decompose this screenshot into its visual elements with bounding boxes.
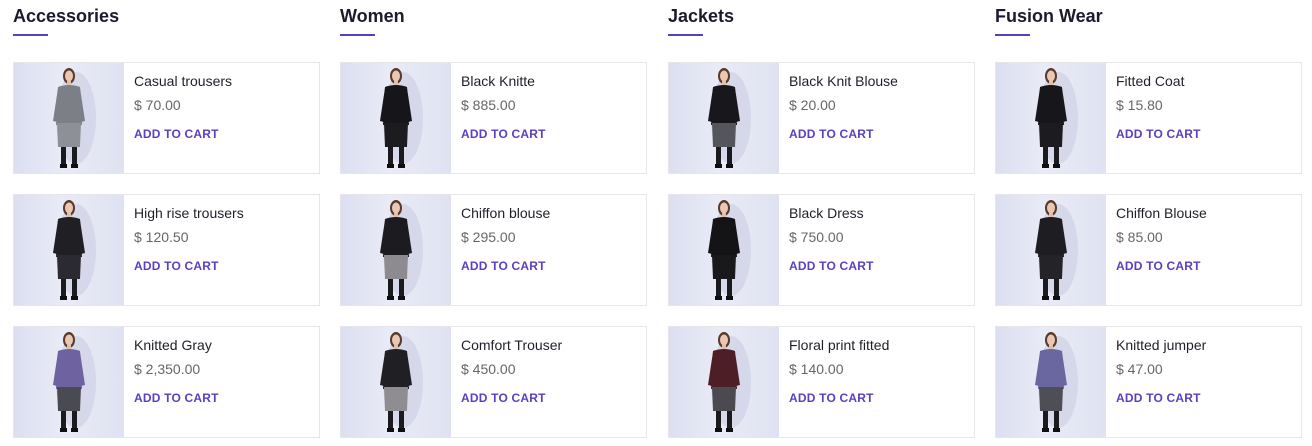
product-card[interactable]: Casual trousers $ 70.00 ADD TO CART — [13, 62, 320, 174]
model-silhouette — [53, 68, 96, 168]
product-name[interactable]: Black Knit Blouse — [789, 73, 966, 89]
product-name[interactable]: Floral print fitted — [789, 337, 966, 353]
product-card[interactable]: High rise trousers $ 120.50 ADD TO CART — [13, 194, 320, 306]
woman-purple-jumper-back-photo[interactable] — [996, 327, 1106, 437]
add-to-cart-button[interactable]: ADD TO CART — [789, 259, 874, 273]
add-to-cart-button[interactable]: ADD TO CART — [1116, 259, 1201, 273]
add-to-cart-button[interactable]: ADD TO CART — [1116, 127, 1201, 141]
add-to-cart-button[interactable]: ADD TO CART — [134, 259, 219, 273]
woman-jacket-gray-trousers-photo[interactable] — [341, 327, 451, 437]
woman-leather-jacket-photo[interactable] — [341, 195, 451, 305]
title-underline — [995, 34, 1030, 36]
product-price: $ 2,350.00 — [134, 361, 201, 377]
product-price: $ 295.00 — [461, 229, 516, 245]
model-silhouette — [53, 200, 96, 300]
add-to-cart-button[interactable]: ADD TO CART — [461, 259, 546, 273]
product-card[interactable]: Black Knitte $ 885.00 ADD TO CART — [340, 62, 647, 174]
model-silhouette — [380, 332, 423, 432]
product-name[interactable]: Black Dress — [789, 205, 966, 221]
model-silhouette — [708, 332, 751, 432]
model-silhouette — [708, 68, 751, 168]
product-name[interactable]: Chiffon blouse — [461, 205, 638, 221]
woman-black-coat-photo[interactable] — [996, 63, 1106, 173]
model-silhouette — [380, 68, 423, 168]
woman-purple-sweater-photo[interactable] — [14, 327, 124, 437]
product-card[interactable]: Floral print fitted $ 140.00 ADD TO CART — [668, 326, 975, 438]
product-card[interactable]: Comfort Trouser $ 450.00 ADD TO CART — [340, 326, 647, 438]
column-title: Fusion Wear — [995, 6, 1103, 26]
woman-gray-coat-photo[interactable] — [14, 63, 124, 173]
product-widgets: Accessories Casual trousers $ 70.00 ADD … — [0, 0, 1312, 446]
title-underline — [13, 34, 48, 36]
product-card[interactable]: Knitted jumper $ 47.00 ADD TO CART — [995, 326, 1302, 438]
product-name[interactable]: Fitted Coat — [1116, 73, 1293, 89]
woman-black-outfit-photo[interactable] — [996, 195, 1106, 305]
product-price: $ 750.00 — [789, 229, 844, 245]
product-price: $ 140.00 — [789, 361, 844, 377]
product-card[interactable]: Fitted Coat $ 15.80 ADD TO CART — [995, 62, 1302, 174]
model-silhouette — [380, 200, 423, 300]
add-to-cart-button[interactable]: ADD TO CART — [134, 127, 219, 141]
title-underline — [668, 34, 703, 36]
add-to-cart-button[interactable]: ADD TO CART — [134, 391, 219, 405]
product-price: $ 47.00 — [1116, 361, 1163, 377]
column-title: Jackets — [668, 6, 735, 26]
product-name[interactable]: High rise trousers — [134, 205, 311, 221]
model-silhouette — [1035, 200, 1078, 300]
product-name[interactable]: Black Knitte — [461, 73, 638, 89]
model-silhouette — [1035, 68, 1078, 168]
title-underline — [340, 34, 375, 36]
woman-black-knit-dress-photo[interactable] — [341, 63, 451, 173]
add-to-cart-button[interactable]: ADD TO CART — [1116, 391, 1201, 405]
product-name[interactable]: Knitted Gray — [134, 337, 311, 353]
product-price: $ 70.00 — [134, 97, 181, 113]
product-price: $ 20.00 — [789, 97, 836, 113]
add-to-cart-button[interactable]: ADD TO CART — [789, 127, 874, 141]
product-card[interactable]: Chiffon Blouse $ 85.00 ADD TO CART — [995, 194, 1302, 306]
product-card[interactable]: Black Knit Blouse $ 20.00 ADD TO CART — [668, 62, 975, 174]
product-price: $ 885.00 — [461, 97, 516, 113]
product-name[interactable]: Knitted jumper — [1116, 337, 1293, 353]
column-title: Women — [340, 6, 405, 26]
column-title: Accessories — [13, 6, 120, 26]
product-price: $ 120.50 — [134, 229, 189, 245]
model-silhouette — [708, 200, 751, 300]
product-price: $ 15.80 — [1116, 97, 1163, 113]
woman-burgundy-top-photo[interactable] — [669, 327, 779, 437]
woman-black-dress-photo[interactable] — [14, 195, 124, 305]
woman-black-blouse-plaid-skirt-photo[interactable] — [669, 63, 779, 173]
model-silhouette — [1035, 332, 1078, 432]
product-price: $ 85.00 — [1116, 229, 1163, 245]
product-card[interactable]: Black Dress $ 750.00 ADD TO CART — [668, 194, 975, 306]
product-name[interactable]: Chiffon Blouse — [1116, 205, 1293, 221]
woman-black-dress-arms-crossed-photo[interactable] — [669, 195, 779, 305]
product-name[interactable]: Casual trousers — [134, 73, 311, 89]
add-to-cart-button[interactable]: ADD TO CART — [461, 127, 546, 141]
add-to-cart-button[interactable]: ADD TO CART — [461, 391, 546, 405]
product-name[interactable]: Comfort Trouser — [461, 337, 638, 353]
product-card[interactable]: Knitted Gray $ 2,350.00 ADD TO CART — [13, 326, 320, 438]
product-price: $ 450.00 — [461, 361, 516, 377]
add-to-cart-button[interactable]: ADD TO CART — [789, 391, 874, 405]
model-silhouette — [53, 332, 96, 432]
product-card[interactable]: Chiffon blouse $ 295.00 ADD TO CART — [340, 194, 647, 306]
